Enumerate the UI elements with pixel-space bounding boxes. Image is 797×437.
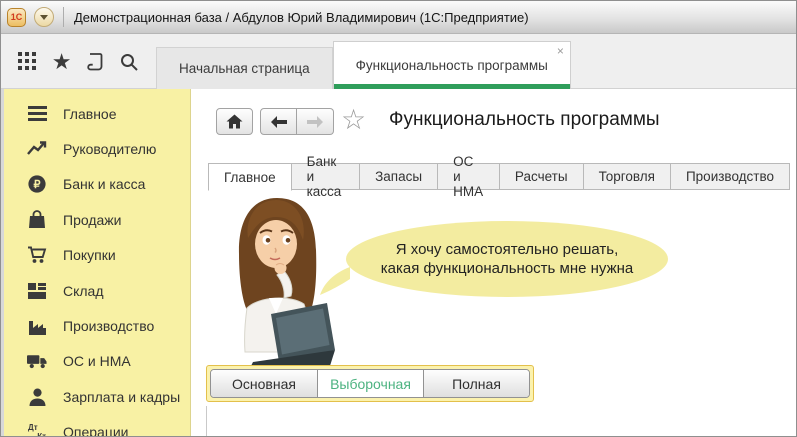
- tab-trade[interactable]: Торговля: [584, 163, 671, 190]
- sidebar-label: Покупки: [63, 247, 116, 263]
- tab-label: Торговля: [599, 169, 655, 184]
- functionality-tabs: Главное Банк и касса Запасы ОС и НМА Рас…: [208, 163, 790, 190]
- sidebar-item-operations[interactable]: ДтКт Операции: [4, 415, 190, 436]
- sidebar-label: ОС и НМА: [63, 353, 131, 369]
- sidebar-label: Продажи: [63, 212, 121, 228]
- tab-label: Функциональность программы: [356, 58, 548, 73]
- tab-label: Запасы: [375, 169, 422, 184]
- forward-button[interactable]: [297, 108, 334, 135]
- mode-button-basic[interactable]: Основная: [211, 370, 317, 397]
- main-content: ☆ Функциональность программы Главное Бан…: [191, 89, 796, 436]
- tab-program-functionality[interactable]: Функциональность программы ×: [333, 41, 571, 89]
- search-icon[interactable]: [114, 47, 144, 77]
- sidebar-item-bank-cash[interactable]: ₽ Банк и касса: [4, 167, 190, 202]
- bubble-text-line1: Я хочу самостоятельно решать,: [396, 240, 618, 260]
- truck-icon: [27, 351, 47, 371]
- ruble-icon: ₽: [27, 174, 47, 194]
- window-title: Демонстрационная база / Абдулов Юрий Вла…: [74, 10, 529, 25]
- home-icon: [226, 114, 243, 129]
- sidebar-item-main[interactable]: Главное: [4, 96, 190, 131]
- apps-grid-icon[interactable]: [13, 47, 43, 77]
- chevron-down-icon: [40, 15, 48, 20]
- history-icon[interactable]: [80, 47, 110, 77]
- cart-icon: [27, 245, 47, 265]
- titlebar-divider: [63, 7, 64, 27]
- arrow-left-icon: [271, 116, 287, 128]
- pallet-icon: [27, 281, 47, 301]
- favorites-star-icon[interactable]: ★: [47, 47, 77, 77]
- back-button[interactable]: [260, 108, 297, 135]
- svg-text:₽: ₽: [34, 179, 41, 191]
- tab-label: ОС и НМА: [453, 154, 484, 199]
- arrow-right-icon: [307, 116, 323, 128]
- tab-inventory[interactable]: Запасы: [360, 163, 438, 190]
- tab-label: Главное: [224, 170, 276, 185]
- nav-history-group: [260, 108, 334, 135]
- sidebar-item-purchases[interactable]: Покупки: [4, 238, 190, 273]
- factory-icon: [27, 316, 47, 336]
- tab-label: Расчеты: [515, 169, 568, 184]
- sidebar-label: Зарплата и кадры: [63, 389, 180, 405]
- open-tabs: Начальная страница Функциональность прог…: [156, 34, 796, 89]
- tab-settlements[interactable]: Расчеты: [500, 163, 584, 190]
- sidebar-item-warehouse[interactable]: Склад: [4, 273, 190, 308]
- bubble-text-line2: какая функциональность мне нужна: [381, 259, 633, 279]
- sidebar-label: Руководителю: [63, 141, 156, 157]
- sidebar-label: Операции: [63, 424, 129, 436]
- sidebar-item-manager[interactable]: Руководителю: [4, 131, 190, 166]
- trend-icon: [27, 139, 47, 159]
- title-bar: 1С Демонстрационная база / Абдулов Юрий …: [1, 1, 796, 34]
- bag-icon: [27, 210, 47, 230]
- quick-toolbar: ★: [1, 34, 156, 89]
- page-title: Функциональность программы: [389, 109, 660, 131]
- sidebar-item-payroll-hr[interactable]: Зарплата и кадры: [4, 379, 190, 414]
- close-icon[interactable]: ×: [557, 45, 564, 57]
- menu-icon: [27, 104, 47, 124]
- tab-label: Производство: [686, 169, 774, 184]
- sidebar-item-fixed-assets[interactable]: ОС и НМА: [4, 344, 190, 379]
- tab-production[interactable]: Производство: [671, 163, 790, 190]
- sidebar-label: Главное: [63, 106, 117, 122]
- speech-bubble: Я хочу самостоятельно решать, какая функ…: [346, 221, 668, 297]
- sidebar-label: Банк и касса: [63, 176, 145, 192]
- sidebar-item-production[interactable]: Производство: [4, 308, 190, 343]
- mode-button-full[interactable]: Полная: [423, 370, 529, 397]
- tab-home-page[interactable]: Начальная страница: [156, 47, 333, 89]
- tab-bank-cash[interactable]: Банк и касса: [292, 163, 361, 190]
- top-tab-bar: ★ Начальная страница Функциональность пр…: [1, 34, 796, 89]
- home-button[interactable]: [216, 108, 253, 135]
- mode-button-selective[interactable]: Выборочная: [317, 370, 423, 397]
- dt-kt-icon: ДтКт: [27, 422, 47, 436]
- speech-bubble-tail: [320, 263, 350, 297]
- tab-main[interactable]: Главное: [208, 163, 292, 191]
- main-menu-dropdown-button[interactable]: [34, 7, 54, 27]
- mode-switcher-highlight: Основная Выборочная Полная: [206, 365, 534, 402]
- person-icon: [27, 387, 47, 407]
- functionality-mode-switcher: Основная Выборочная Полная: [210, 369, 530, 398]
- sidebar-label: Склад: [63, 283, 104, 299]
- tab-label: Начальная страница: [179, 61, 310, 76]
- 1c-logo-icon[interactable]: 1С: [7, 8, 26, 27]
- sidebar-label: Производство: [63, 318, 154, 334]
- sidebar-item-sales[interactable]: Продажи: [4, 202, 190, 237]
- panel-left-border: [206, 406, 207, 436]
- tab-fixed-assets[interactable]: ОС и НМА: [438, 163, 500, 190]
- app-window: 1С Демонстрационная база / Абдулов Юрий …: [0, 0, 797, 437]
- add-favorite-star-icon[interactable]: ☆: [341, 103, 366, 136]
- sections-sidebar: Главное Руководителю ₽ Банк и касса Прод…: [1, 89, 191, 436]
